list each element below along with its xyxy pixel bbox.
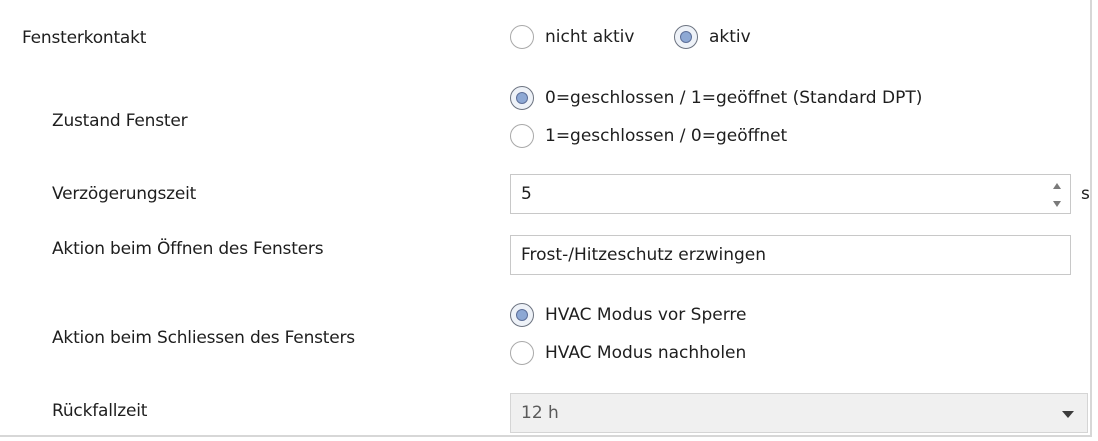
- radio-circle-selected: [510, 303, 534, 327]
- radio-label: aktiv: [709, 27, 751, 47]
- verzoegerungszeit-spinbox[interactable]: 5: [510, 174, 1071, 214]
- aktion-oeffnen-label: Aktion beim Öffnen des Fensters: [52, 239, 324, 259]
- rueckfallzeit-label: Rückfallzeit: [52, 401, 148, 421]
- verzoegerungszeit-unit: s: [1081, 184, 1090, 204]
- radio-label: HVAC Modus vor Sperre: [545, 305, 747, 325]
- radio-label: 0=geschlossen / 1=geöffnet (Standard DPT…: [545, 88, 923, 108]
- spin-up-icon[interactable]: [1053, 183, 1061, 189]
- zustand-fenster-option-standard-radio[interactable]: 0=geschlossen / 1=geöffnet (Standard DPT…: [510, 86, 922, 110]
- radio-circle: [510, 341, 534, 365]
- parameter-panel: Fensterkontakt nicht aktiv aktiv Zustand…: [0, 0, 1092, 437]
- radio-label: 1=geschlossen / 0=geöffnet: [545, 126, 788, 146]
- radio-label: nicht aktiv: [545, 27, 635, 47]
- aktion-schliessen-vor-sperre-radio[interactable]: HVAC Modus vor Sperre: [510, 303, 747, 327]
- fensterkontakt-label: Fensterkontakt: [22, 28, 147, 48]
- radio-circle-selected: [510, 86, 534, 110]
- aktion-oeffnen-input[interactable]: Frost-/Hitzeschutz erzwingen: [510, 235, 1071, 275]
- spin-buttons[interactable]: [1050, 179, 1064, 211]
- zustand-fenster-option-inverted-radio[interactable]: 1=geschlossen / 0=geöffnet: [510, 124, 787, 148]
- aktion-oeffnen-value: Frost-/Hitzeschutz erzwingen: [521, 245, 767, 265]
- rueckfallzeit-value: 12 h: [521, 403, 559, 423]
- verzoegerungszeit-label: Verzögerungszeit: [52, 184, 197, 204]
- fensterkontakt-nicht-aktiv-radio[interactable]: nicht aktiv: [510, 25, 634, 49]
- fensterkontakt-aktiv-radio[interactable]: aktiv: [674, 25, 751, 49]
- radio-circle: [510, 25, 534, 49]
- aktion-schliessen-nachholen-radio[interactable]: HVAC Modus nachholen: [510, 341, 746, 365]
- radio-circle-selected: [674, 25, 698, 49]
- chevron-down-icon[interactable]: [1062, 411, 1074, 418]
- aktion-schliessen-label: Aktion beim Schliessen des Fensters: [52, 328, 355, 348]
- radio-circle: [510, 124, 534, 148]
- verzoegerungszeit-value: 5: [521, 184, 532, 204]
- radio-label: HVAC Modus nachholen: [545, 343, 747, 363]
- rueckfallzeit-dropdown[interactable]: 12 h: [510, 393, 1088, 433]
- zustand-fenster-label: Zustand Fenster: [52, 111, 188, 131]
- spin-down-icon[interactable]: [1053, 201, 1061, 207]
